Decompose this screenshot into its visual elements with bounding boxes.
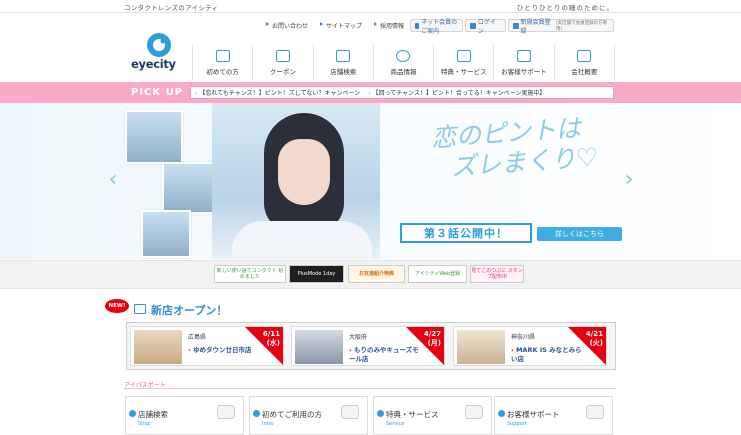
nav-first-time[interactable]: 初めての方 [193, 45, 254, 80]
login-button[interactable]: ログイン [465, 18, 506, 35]
store-open-date: 4/27 (月) [424, 330, 441, 348]
support-card-label: 店舗検索 [129, 410, 168, 419]
tagline-left: コンタクトレンズのアイシティ [124, 4, 219, 12]
store-open-date: 6/11 (水) [263, 330, 280, 348]
sitemap-link[interactable]: サイトマップ [320, 21, 362, 30]
beginner-icon [215, 50, 230, 62]
support-card-support[interactable]: お客様サポート Support [494, 396, 613, 435]
banner-friend-referral[interactable]: お友達紹介特典 [348, 265, 405, 283]
support-card-label: 初めてご利用の方 [253, 410, 322, 419]
beginner-illustration-icon [341, 405, 359, 419]
login-label: ログイン [477, 18, 496, 35]
new-badge: NEW! [105, 299, 129, 313]
store-card[interactable]: 大阪府 もりのみやキューズモール店 4/27(月) [291, 326, 445, 366]
store-thumbnail [295, 330, 343, 364]
gift-illustration-icon [465, 405, 483, 419]
hero-photo-small-3 [141, 210, 191, 258]
nav-support-label: お客様サポート [501, 68, 547, 76]
store-open-date: 4/21 (火) [586, 330, 603, 348]
nav-products-label: 商品情報 [390, 68, 417, 76]
hero-photo-small-1 [125, 110, 183, 164]
support-card-sub: Service [386, 421, 405, 427]
new-stores-title: 新店オープン！ [151, 304, 228, 317]
nav-company[interactable]: 会社概要 [555, 45, 615, 80]
support-card-label: お客様サポート [498, 410, 560, 419]
ticket-icon [275, 50, 290, 62]
store-open-date-value: 4/27 [423, 330, 441, 338]
user-icon [513, 22, 519, 29]
store-open-date-value: 4/21 [585, 330, 603, 338]
nav-products[interactable]: 商品情報 [374, 45, 435, 80]
store-prefecture: 広島県 [188, 334, 207, 341]
tagline-right: ひとりひとりの瞳のために。 [516, 4, 614, 12]
nav-support[interactable]: お客様サポート [494, 45, 555, 80]
nav-benefits[interactable]: 特典・サービス [434, 45, 495, 80]
episode-badge: 第３話公開中！ [400, 223, 532, 243]
page: コンタクトレンズのアイシティ ひとりひとりの瞳のために。 お問い合わせ サイトマ… [0, 0, 741, 435]
nav-company-label: 会社概要 [571, 68, 598, 76]
store-open-day: (火) [589, 339, 603, 347]
store-icon [336, 50, 351, 62]
carousel-next-arrow-icon[interactable]: › [622, 168, 636, 192]
nav-first-time-label: 初めての方 [206, 68, 239, 76]
store-open-date-value: 6/11 [262, 330, 280, 338]
nav-benefits-label: 特典・サービス [441, 68, 487, 76]
pickup-ticker: 【恋れてもチャンス！】ピント！ズしてない？キャンペーン 【回ってチャンス！】ピン… [190, 86, 614, 99]
store-card[interactable]: 広島県 ゆめタウン廿日市店 6/11(水) [130, 326, 284, 366]
net-member-label: ネット会員のご案内 [421, 18, 458, 35]
nav-store-search[interactable]: 店舗検索 [314, 45, 374, 80]
shirt-shape [232, 221, 372, 259]
support-divider [124, 388, 616, 389]
info-icon [415, 22, 420, 29]
banner-plusmode[interactable]: PlusMode 1day [289, 265, 344, 283]
store-prefecture: 神奈川県 [511, 334, 536, 341]
pickup-label: PICK UP [131, 87, 184, 98]
store-prefecture: 大阪府 [349, 334, 368, 341]
store-open-day: (月) [427, 339, 441, 347]
support-illustration-icon [586, 405, 604, 419]
heart-icon [517, 50, 532, 62]
logo-text[interactable]: eyecity [131, 57, 176, 71]
top-bar: コンタクトレンズのアイシティ ひとりひとりの瞳のために。 [0, 0, 741, 13]
building-icon [577, 50, 592, 62]
net-member-button[interactable]: ネット会員のご案内 [410, 18, 463, 35]
global-nav: 初めての方 クーポン 店舗検索 商品情報 特典・サービス お客様サポート 会社概… [192, 45, 615, 80]
utility-links: お問い合わせ サイトマップ 採用情報 [266, 21, 404, 30]
store-thumbnail [457, 330, 505, 364]
support-card-sub: Support [507, 421, 527, 427]
register-label: 新規会員登録 [520, 18, 551, 35]
store-icon [134, 304, 146, 314]
contact-link[interactable]: お問い合わせ [266, 21, 308, 30]
banner-stamp[interactable]: 見てこのつぶに スタンプ配布中 [470, 265, 524, 283]
support-card-store-search[interactable]: 店舗検索 Shop [125, 396, 244, 435]
support-card-sub: Intro [262, 421, 274, 427]
pickup-item-2[interactable]: 【回ってチャンス！】ピント！合ってる！キャンペーン実施中】 [368, 88, 546, 97]
register-button[interactable]: 新規会員登録 (実店舗で会員登録の方専用) [508, 18, 614, 35]
carousel-prev-arrow-icon[interactable]: ‹ [106, 168, 120, 192]
support-card-sub: Shop [138, 421, 151, 427]
lock-icon [470, 22, 476, 29]
support-card-first-time[interactable]: 初めてご利用の方 Intro [249, 396, 368, 435]
banner-new-lens[interactable]: 新しい使い捨てコンタクト 始めました [214, 265, 286, 283]
recruit-link[interactable]: 採用情報 [374, 21, 404, 30]
nav-store-search-label: 店舗検索 [330, 68, 357, 76]
register-note: (実店舗で会員登録の方専用) [555, 20, 608, 32]
nav-coupon[interactable]: クーポン [253, 45, 314, 80]
store-card[interactable]: 神奈川県 MARK IS みなとみらい店 4/21(火) [453, 326, 607, 366]
support-card-label: 特典・サービス [377, 410, 439, 419]
banner-web-registration[interactable]: アイシティWeb登録 [408, 265, 467, 283]
face-shape [278, 139, 330, 205]
hero-photo-small-2 [162, 162, 216, 214]
hero-detail-button[interactable]: 詳しくはこちら [537, 227, 622, 241]
store-illustration-icon [217, 405, 235, 419]
gift-icon [456, 50, 471, 62]
pickup-item-1[interactable]: 【恋れてもチャンス！】ピント！ズしてない？キャンペーン [195, 88, 360, 97]
store-open-day: (水) [266, 339, 280, 347]
hero-main-photo [212, 103, 380, 259]
hero-headline: 恋のピントは ズレまくり♡ [430, 112, 599, 183]
store-thumbnail [134, 330, 182, 364]
lens-icon [396, 50, 411, 62]
nav-coupon-label: クーポン [269, 68, 296, 76]
support-card-benefits[interactable]: 特典・サービス Service [373, 396, 492, 435]
